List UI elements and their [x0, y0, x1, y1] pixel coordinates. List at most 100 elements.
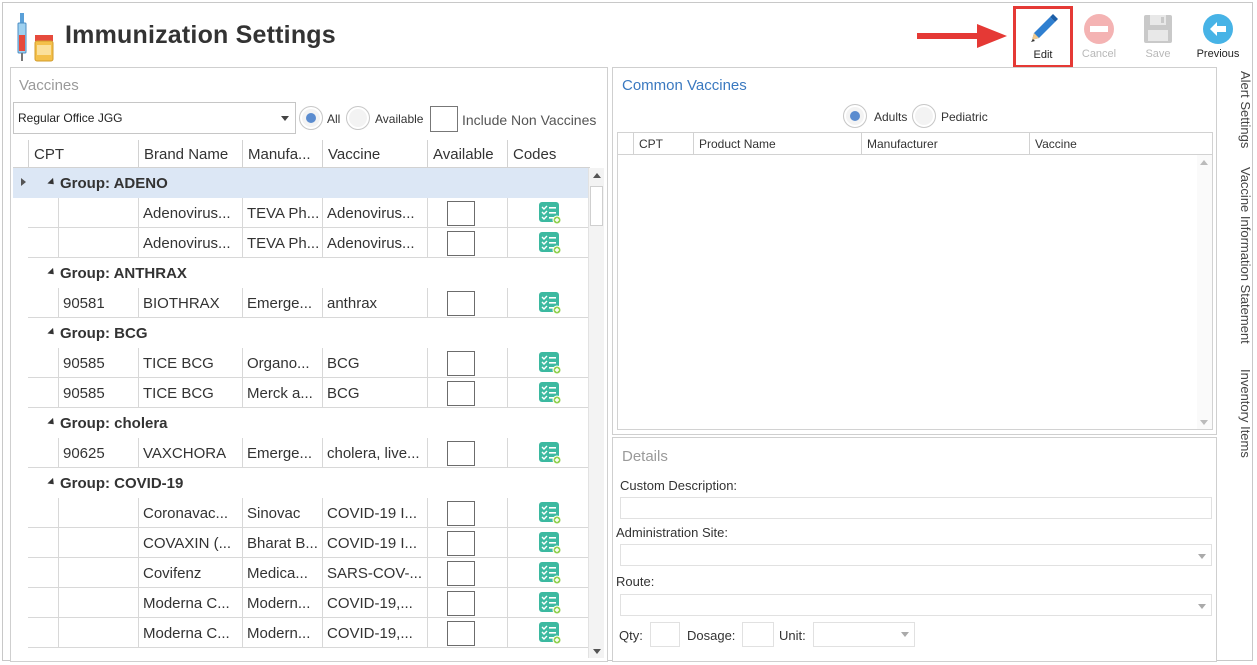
column-header-available[interactable]: Available	[427, 140, 507, 168]
available-checkbox[interactable]	[447, 501, 475, 526]
column-header-cpt[interactable]: CPT	[28, 140, 138, 168]
table-row[interactable]: 90625 VAXCHORA Emerge... cholera, live...	[13, 438, 590, 468]
codes-list-icon[interactable]	[538, 351, 562, 375]
codes-list-icon[interactable]	[538, 441, 562, 465]
scroll-down-icon[interactable]	[593, 649, 601, 654]
tab-vaccine-information-statement[interactable]: Vaccine Information Statement	[1223, 167, 1253, 344]
codes-list-icon[interactable]	[538, 591, 562, 615]
route-select[interactable]	[620, 594, 1212, 616]
indent-cell	[28, 348, 58, 378]
codes-list-icon[interactable]	[538, 201, 562, 225]
cell-cpt: 90585	[58, 348, 138, 378]
office-select[interactable]: Regular Office JGG	[13, 102, 296, 134]
cv-column-product-name[interactable]: Product Name	[693, 133, 861, 154]
collapse-triangle-icon[interactable]	[47, 327, 57, 338]
available-checkbox[interactable]	[447, 291, 475, 316]
table-row[interactable]: Moderna C... Modern... COVID-19,...	[13, 618, 590, 648]
cv-column-cpt[interactable]: CPT	[633, 133, 693, 154]
vaccines-grid: CPT Brand Name Manufa... Vaccine Availab…	[13, 140, 606, 660]
cell-available	[427, 498, 507, 528]
available-checkbox[interactable]	[447, 621, 475, 646]
administration-site-select[interactable]	[620, 544, 1212, 566]
available-checkbox[interactable]	[447, 351, 475, 376]
cell-cpt: 90625	[58, 438, 138, 468]
codes-list-icon[interactable]	[538, 291, 562, 315]
group-label: Group: cholera	[60, 415, 168, 432]
codes-list-icon[interactable]	[538, 561, 562, 585]
common-vaccines-scrollbar[interactable]	[1197, 155, 1212, 429]
cell-codes	[507, 378, 590, 408]
codes-list-icon[interactable]	[538, 381, 562, 405]
available-checkbox[interactable]	[447, 231, 475, 256]
table-row[interactable]: Coronavac... Sinovac COVID-19 I...	[13, 498, 590, 528]
column-header-brand-name[interactable]: Brand Name	[138, 140, 242, 168]
group-label: Group: ADENO	[60, 175, 168, 192]
codes-list-icon[interactable]	[538, 621, 562, 645]
cv-column-vaccine[interactable]: Vaccine	[1029, 133, 1214, 154]
collapse-triangle-icon[interactable]	[47, 267, 57, 278]
previous-button[interactable]: Previous	[1190, 8, 1246, 66]
available-checkbox[interactable]	[447, 201, 475, 226]
cv-column-manufacturer[interactable]: Manufacturer	[861, 133, 1029, 154]
cell-available	[427, 558, 507, 588]
cell-manufacturer: TEVA Ph...	[242, 198, 322, 228]
available-checkbox[interactable]	[447, 531, 475, 556]
tab-inventory-items[interactable]: Inventory Items	[1223, 369, 1253, 458]
table-row[interactable]: Moderna C... Modern... COVID-19,...	[13, 588, 590, 618]
indent-cell	[28, 618, 58, 648]
available-checkbox[interactable]	[447, 381, 475, 406]
group-row[interactable]: Group: cholera	[13, 408, 590, 438]
collapse-triangle-icon[interactable]	[47, 177, 57, 188]
available-checkbox[interactable]	[447, 441, 475, 466]
table-row[interactable]: Covifenz Medica... SARS-COV-...	[13, 558, 590, 588]
column-header-manufacturer[interactable]: Manufa...	[242, 140, 322, 168]
filter-all-radio[interactable]	[299, 106, 323, 130]
table-row[interactable]: 90585 TICE BCG Organo... BCG	[13, 348, 590, 378]
codes-list-icon[interactable]	[538, 501, 562, 525]
group-row[interactable]: Group: BCG	[13, 318, 590, 348]
collapse-triangle-icon[interactable]	[47, 417, 57, 428]
table-row[interactable]: 90581 BIOTHRAX Emerge... anthrax	[13, 288, 590, 318]
table-row[interactable]: 90585 TICE BCG Merck a... BCG	[13, 378, 590, 408]
table-row[interactable]: Adenovirus... TEVA Ph... Adenovirus...	[13, 198, 590, 228]
adults-radio[interactable]	[843, 104, 867, 128]
table-row[interactable]: COVAXIN (... Bharat B... COVID-19 I...	[13, 528, 590, 558]
scroll-up-icon[interactable]	[593, 173, 601, 178]
cell-codes	[507, 288, 590, 318]
scroll-up-icon[interactable]	[1200, 160, 1208, 165]
include-non-vaccines-checkbox[interactable]	[430, 106, 458, 132]
cell-codes	[507, 348, 590, 378]
codes-list-icon[interactable]	[538, 231, 562, 255]
column-header-vaccine[interactable]: Vaccine	[322, 140, 427, 168]
scroll-thumb[interactable]	[590, 186, 603, 226]
qty-field[interactable]	[650, 622, 680, 647]
cell-brand: Adenovirus...	[138, 228, 242, 258]
vaccines-scrollbar[interactable]	[588, 168, 604, 658]
cell-manufacturer: Sinovac	[242, 498, 322, 528]
tab-alert-settings[interactable]: Alert Settings	[1223, 71, 1253, 148]
group-row[interactable]: Group: ANTHRAX	[13, 258, 590, 288]
dosage-field[interactable]	[742, 622, 774, 647]
scroll-down-icon[interactable]	[1200, 420, 1208, 425]
red-arrow-icon	[917, 24, 1007, 48]
edit-label: Edit	[1033, 49, 1053, 61]
collapse-triangle-icon[interactable]	[47, 477, 57, 488]
cell-manufacturer: Organo...	[242, 348, 322, 378]
cell-codes	[507, 588, 590, 618]
custom-description-field[interactable]	[620, 497, 1212, 519]
group-row[interactable]: Group: COVID-19	[13, 468, 590, 498]
column-header-codes[interactable]: Codes	[507, 140, 590, 168]
table-row[interactable]: Adenovirus... TEVA Ph... Adenovirus...	[13, 228, 590, 258]
cancel-button[interactable]: Cancel	[1071, 8, 1127, 66]
pediatric-radio[interactable]	[912, 104, 936, 128]
filter-available-radio[interactable]	[346, 106, 370, 130]
available-checkbox[interactable]	[447, 561, 475, 586]
available-checkbox[interactable]	[447, 591, 475, 616]
unit-select[interactable]	[813, 622, 915, 647]
cell-manufacturer: Bharat B...	[242, 528, 322, 558]
cell-vaccine: COVID-19,...	[322, 618, 427, 648]
codes-list-icon[interactable]	[538, 531, 562, 555]
save-button[interactable]: Save	[1130, 8, 1186, 66]
group-row[interactable]: Group: ADENO	[13, 168, 590, 198]
edit-button[interactable]: Edit	[1013, 6, 1073, 68]
